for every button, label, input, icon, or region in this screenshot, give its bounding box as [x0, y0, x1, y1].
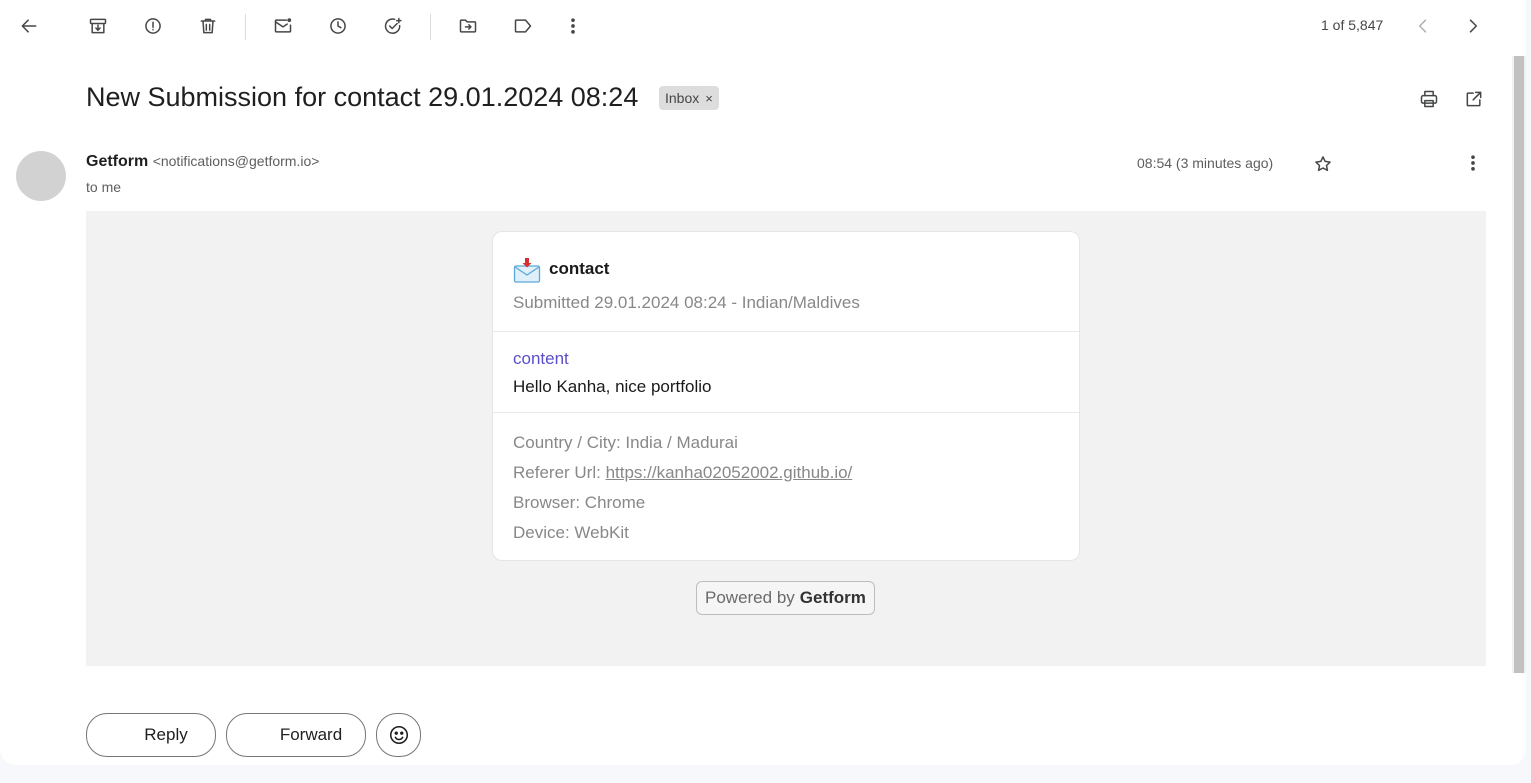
inbox-tray-icon — [513, 258, 541, 283]
email-time: 08:54 (3 minutes ago) — [1137, 155, 1274, 171]
country-city: Country / City: India / Madurai — [513, 433, 738, 452]
referer-url-line: Referer Url: https://kanha02052002.githu… — [513, 463, 852, 483]
sender-avatar[interactable] — [16, 151, 66, 201]
forward-button[interactable]: Forward — [226, 713, 366, 757]
field-key: content — [513, 349, 569, 368]
newer-chevron-left-icon[interactable] — [1407, 10, 1439, 42]
submission-card: contact Submitted 29.01.2024 08:24 - Ind… — [492, 231, 1080, 561]
browser-info: Browser: Chrome — [513, 493, 646, 512]
report-spam-icon[interactable] — [137, 10, 169, 42]
email-body: contact Submitted 29.01.2024 08:24 - Ind… — [86, 211, 1486, 666]
device-info: Device: WebKit — [513, 523, 629, 542]
back-arrow-icon[interactable] — [13, 10, 45, 42]
toolbar-divider — [430, 14, 431, 40]
sender-name[interactable]: Getform — [86, 153, 148, 170]
print-icon[interactable] — [1413, 83, 1445, 115]
smiley-icon — [389, 725, 408, 745]
sender-address: <notifications@getform.io> — [152, 153, 320, 169]
powered-by-text: Powered by — [705, 588, 795, 607]
move-to-icon[interactable] — [452, 10, 484, 42]
open-new-window-icon[interactable] — [1458, 83, 1490, 115]
field-value: Hello Kanha, nice portfolio — [513, 377, 712, 396]
powered-by-getform-button[interactable]: Powered by Getform — [696, 581, 875, 615]
card-divider — [493, 412, 1079, 413]
sender-line: Getform <notifications@getform.io> — [86, 153, 319, 171]
mark-unread-icon[interactable] — [267, 10, 299, 42]
delete-icon[interactable] — [192, 10, 224, 42]
more-vert-icon[interactable] — [557, 10, 589, 42]
email-subject: New Submission for contact 29.01.2024 08… — [86, 82, 639, 112]
message-counter: 1 of 5,847 — [1321, 17, 1384, 33]
add-task-icon[interactable] — [377, 10, 409, 42]
message-more-vert-icon[interactable] — [1457, 147, 1489, 179]
inbox-label-chip[interactable]: Inbox × — [659, 86, 719, 110]
submitted-timestamp: Submitted 29.01.2024 08:24 - Indian/Mald… — [513, 293, 860, 312]
label-text: Inbox — [665, 90, 700, 106]
email-view: 1 of 5,847 New Submission for contact 29… — [0, 0, 1526, 765]
referer-url-link[interactable]: https://kanha02052002.github.io/ — [606, 463, 853, 482]
remove-label-icon[interactable]: × — [705, 91, 713, 106]
form-name: contact — [549, 259, 610, 278]
card-divider — [493, 331, 1079, 332]
emoji-reaction-button[interactable] — [376, 713, 421, 757]
reply-label: Reply — [144, 725, 188, 744]
reply-button[interactable]: Reply — [86, 713, 216, 757]
recipient-details[interactable]: to me — [86, 179, 121, 195]
label-icon[interactable] — [507, 10, 539, 42]
snooze-icon[interactable] — [322, 10, 354, 42]
scrollbar-thumb[interactable] — [1514, 56, 1524, 673]
archive-icon[interactable] — [82, 10, 114, 42]
toolbar-divider — [245, 14, 246, 40]
star-icon[interactable] — [1307, 148, 1339, 180]
forward-label: Forward — [279, 725, 343, 744]
powered-by-brand: Getform — [799, 588, 866, 607]
older-chevron-right-icon[interactable] — [1457, 10, 1489, 42]
referer-label: Referer Url: — [513, 463, 606, 482]
